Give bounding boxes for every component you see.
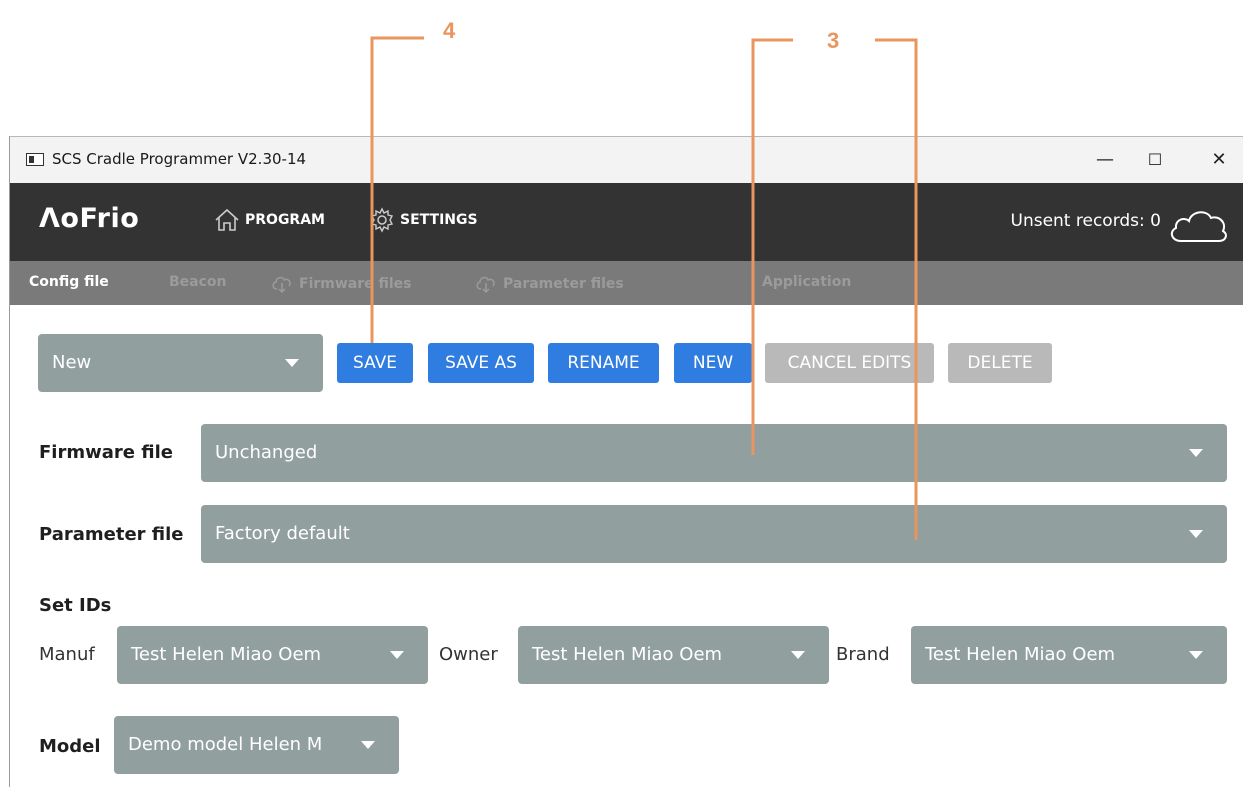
tab-beacon[interactable]: Beacon — [169, 274, 227, 290]
nav-settings-label: SETTINGS — [400, 212, 478, 228]
maximize-button[interactable]: ☐ — [1132, 146, 1178, 174]
manuf-value: Test Helen Miao Oem — [131, 644, 322, 665]
top-navbar: ΛoFrio PROGRAM SETTINGS Unsent records: … — [10, 183, 1243, 261]
chevron-down-icon — [390, 651, 404, 659]
cloud-download-icon — [476, 276, 495, 294]
save-button[interactable]: SAVE — [337, 343, 413, 383]
minimize-button[interactable]: — — [1082, 146, 1128, 174]
tab-firmware-files[interactable]: Firmware files — [271, 274, 412, 294]
window-title: SCS Cradle Programmer V2.30-14 — [52, 150, 307, 168]
tab-parameter-files[interactable]: Parameter files — [475, 274, 624, 294]
tab-parameter-files-label: Parameter files — [503, 276, 624, 292]
sub-navbar: Config file Beacon Firmware files Parame… — [10, 261, 1243, 305]
new-button[interactable]: NEW — [674, 343, 752, 383]
close-button[interactable]: ✕ — [1196, 146, 1242, 174]
cloud-download-icon — [272, 276, 291, 294]
owner-value: Test Helen Miao Oem — [532, 644, 723, 665]
tab-firmware-files-label: Firmware files — [299, 276, 412, 292]
chevron-down-icon — [791, 651, 805, 659]
set-ids-heading: Set IDs — [39, 595, 112, 616]
aofrio-logo: ΛoFrio — [39, 203, 140, 234]
app-icon — [26, 153, 44, 166]
cancel-edits-button[interactable]: CANCEL EDITS — [765, 343, 934, 383]
owner-label: Owner — [439, 644, 498, 665]
home-icon — [215, 208, 239, 231]
tab-config-file[interactable]: Config file — [29, 274, 109, 290]
model-select[interactable]: Demo model Helen M — [114, 716, 399, 774]
manuf-select[interactable]: Test Helen Miao Oem — [117, 626, 428, 684]
owner-select[interactable]: Test Helen Miao Oem — [518, 626, 829, 684]
delete-button[interactable]: DELETE — [948, 343, 1052, 383]
brand-label: Brand — [836, 644, 890, 665]
nav-program[interactable]: PROGRAM — [213, 207, 325, 233]
tab-application[interactable]: Application — [762, 274, 851, 290]
tab-config-file-label: Config file — [29, 274, 109, 290]
parameter-file-value: Factory default — [215, 523, 350, 544]
parameter-file-label: Parameter file — [39, 524, 184, 545]
callout-4: 4 — [443, 18, 456, 43]
chevron-down-icon — [361, 741, 375, 749]
brand-select[interactable]: Test Helen Miao Oem — [911, 626, 1227, 684]
nav-settings[interactable]: SETTINGS — [368, 207, 478, 233]
firmware-file-select[interactable]: Unchanged — [201, 424, 1227, 482]
chevron-down-icon — [285, 359, 299, 367]
unsent-records: Unsent records: 0 — [1010, 211, 1162, 231]
config-file-select[interactable]: New — [38, 334, 323, 392]
tab-beacon-label: Beacon — [169, 274, 227, 290]
nav-program-label: PROGRAM — [245, 212, 325, 228]
cloud-icon[interactable] — [1167, 203, 1231, 247]
model-label: Model — [39, 736, 101, 757]
app-window: SCS Cradle Programmer V2.30-14 — ☐ ✕ ΛoF… — [9, 136, 1243, 787]
title-bar: SCS Cradle Programmer V2.30-14 — ☐ ✕ — [10, 137, 1243, 183]
parameter-file-select[interactable]: Factory default — [201, 505, 1227, 563]
tab-application-label: Application — [762, 274, 852, 290]
rename-button[interactable]: RENAME — [548, 343, 659, 383]
model-value: Demo model Helen M — [128, 734, 323, 755]
config-file-value: New — [52, 352, 92, 373]
callout-3: 3 — [827, 28, 840, 53]
firmware-file-label: Firmware file — [39, 442, 173, 463]
firmware-file-value: Unchanged — [215, 442, 318, 463]
chevron-down-icon — [1189, 449, 1203, 457]
manuf-label: Manuf — [39, 644, 95, 665]
brand-value: Test Helen Miao Oem — [925, 644, 1116, 665]
save-as-button[interactable]: SAVE AS — [428, 343, 534, 383]
chevron-down-icon — [1189, 651, 1203, 659]
gear-icon — [370, 207, 394, 233]
chevron-down-icon — [1189, 530, 1203, 538]
